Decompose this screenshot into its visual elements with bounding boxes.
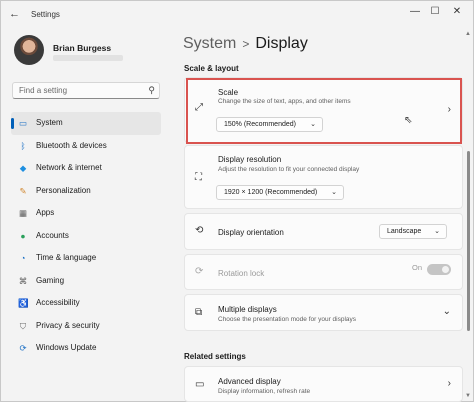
rotation-lock-title: Rotation lock [218, 269, 265, 278]
sidebar-item-privacy-security[interactable]: ⛉ Privacy & security [11, 315, 161, 338]
sidebar-item-label: System [36, 118, 63, 127]
breadcrumb: System > Display [183, 35, 308, 53]
globe-icon: ◔ [20, 253, 26, 263]
multiple-displays-icon: ⧉ [195, 307, 203, 318]
rotation-lock-toggle[interactable] [427, 264, 451, 275]
resolution-icon: ⛶ [195, 172, 202, 183]
orientation-dropdown[interactable]: Landscape ⌄ [379, 224, 447, 239]
chevron-right-icon[interactable]: › [448, 378, 451, 389]
scroll-up-arrow-icon[interactable]: ▲ [465, 31, 471, 37]
sidebar-item-time-language[interactable]: ◔ Time & language [11, 247, 161, 270]
rotation-lock-card: ⟳ Rotation lock On [184, 254, 463, 290]
wifi-icon: ◆ [19, 163, 27, 173]
advanced-display-subtitle: Display information, refresh rate [218, 388, 311, 395]
apps-icon: ▦ [18, 208, 28, 218]
search-box[interactable]: ⚲ [12, 82, 160, 99]
bluetooth-icon: ᛒ [20, 140, 26, 151]
brush-icon: ✎ [19, 185, 27, 196]
sidebar-item-gaming[interactable]: ⌘ Gaming [11, 270, 161, 293]
sidebar-item-system[interactable]: ▭ System [11, 112, 161, 135]
chevron-down-icon: ⌄ [331, 189, 337, 196]
sidebar-item-label: Accounts [36, 230, 69, 240]
minimize-button[interactable]: — [405, 5, 425, 19]
resolution-title: Display resolution [218, 155, 282, 164]
user-name: Brian Burgess [53, 43, 112, 53]
rotation-lock-state: On [411, 263, 422, 272]
scrollbar-thumb[interactable] [467, 151, 470, 331]
orientation-title: Display orientation [218, 228, 284, 237]
resolution-dropdown[interactable]: 1920 × 1200 (Recommended) ⌄ [216, 185, 344, 200]
advanced-display-title: Advanced display [218, 377, 281, 386]
resolution-subtitle: Adjust the resolution to fit your connec… [218, 166, 360, 173]
sidebar-item-label: Privacy & security [36, 320, 100, 330]
user-email-redacted [53, 55, 123, 61]
settings-window: ← Settings — ☐ ✕ Brian Burgess ⚲ ▭ System… [0, 0, 474, 402]
back-arrow-icon[interactable]: ← [9, 8, 21, 20]
breadcrumb-parent[interactable]: System [183, 35, 236, 52]
sidebar-nav: ▭ System ᛒ Bluetooth & devices ◆ Network & in… [11, 112, 161, 360]
search-input[interactable] [13, 83, 139, 97]
chevron-down-icon[interactable]: ⌄ [443, 306, 451, 317]
resolution-card[interactable]: ⛶ Display resolution Adjust the resoluti… [184, 145, 463, 209]
scrollbar[interactable] [467, 41, 470, 396]
resolution-dropdown-value: 1920 × 1200 (Recommended) [224, 189, 318, 196]
multiple-displays-title: Multiple displays [218, 305, 277, 314]
sidebar-item-accessibility[interactable]: ♿ Accessibility [11, 292, 161, 315]
sidebar-item-label: Personalization [36, 185, 91, 195]
orientation-icon: ⟲ [195, 225, 204, 236]
sidebar-item-apps[interactable]: ▦ Apps [11, 202, 161, 225]
sidebar-item-label: Apps [36, 208, 55, 217]
advanced-display-icon: ▭ [195, 379, 205, 390]
sidebar-item-accounts[interactable]: ● Accounts [11, 225, 161, 248]
sidebar-item-personalization[interactable]: ✎ Personalization [11, 180, 161, 203]
sidebar-item-label: Bluetooth & devices [36, 140, 107, 150]
monitor-icon: ▭ [18, 118, 28, 128]
update-icon: ⟳ [19, 343, 27, 353]
maximize-button[interactable]: ☐ [425, 5, 445, 19]
multiple-displays-subtitle: Choose the presentation mode for your di… [218, 316, 357, 323]
app-title: Settings [31, 10, 60, 19]
sidebar-item-label: Time & language [36, 253, 97, 262]
accessibility-icon: ♿ [18, 298, 29, 308]
sidebar-item-network-internet[interactable]: ◆ Network & internet [11, 157, 161, 180]
sidebar-item-label: Gaming [36, 275, 65, 285]
orientation-dropdown-value: Landscape [387, 228, 422, 235]
person-icon: ● [20, 230, 26, 241]
shield-icon: ⛉ [19, 320, 27, 331]
search-icon[interactable]: ⚲ [148, 85, 155, 96]
sidebar-item-windows-update[interactable]: ⟳ Windows Update [11, 337, 161, 360]
sidebar-item-bluetooth-devices[interactable]: ᛒ Bluetooth & devices [11, 135, 161, 158]
sidebar-item-label: Network & internet [36, 163, 102, 172]
section-related-heading: Related settings [184, 352, 246, 361]
orientation-card: ⟲ Display orientation Landscape ⌄ [184, 213, 463, 250]
chevron-down-icon: ⌄ [434, 228, 440, 235]
sidebar-item-label: Windows Update [36, 343, 97, 352]
highlight-box [186, 78, 462, 144]
breadcrumb-separator: > [242, 37, 250, 51]
page-title: Display [255, 35, 308, 52]
rotation-lock-icon: ⟳ [195, 266, 204, 277]
mouse-cursor-icon: ⇖ [404, 115, 413, 126]
scroll-down-arrow-icon[interactable]: ▼ [465, 393, 471, 399]
section-scale-layout-heading: Scale & layout [184, 64, 239, 73]
gamepad-icon: ⌘ [18, 275, 28, 286]
title-bar: ← Settings — ☐ ✕ [1, 1, 474, 27]
close-button[interactable]: ✕ [447, 5, 467, 19]
multiple-displays-card[interactable]: ⧉ Multiple displays Choose the presentat… [184, 294, 463, 331]
user-avatar[interactable] [14, 35, 44, 65]
sidebar-item-label: Accessibility [36, 298, 80, 307]
advanced-display-card[interactable]: ▭ Advanced display Display information, … [184, 366, 463, 402]
